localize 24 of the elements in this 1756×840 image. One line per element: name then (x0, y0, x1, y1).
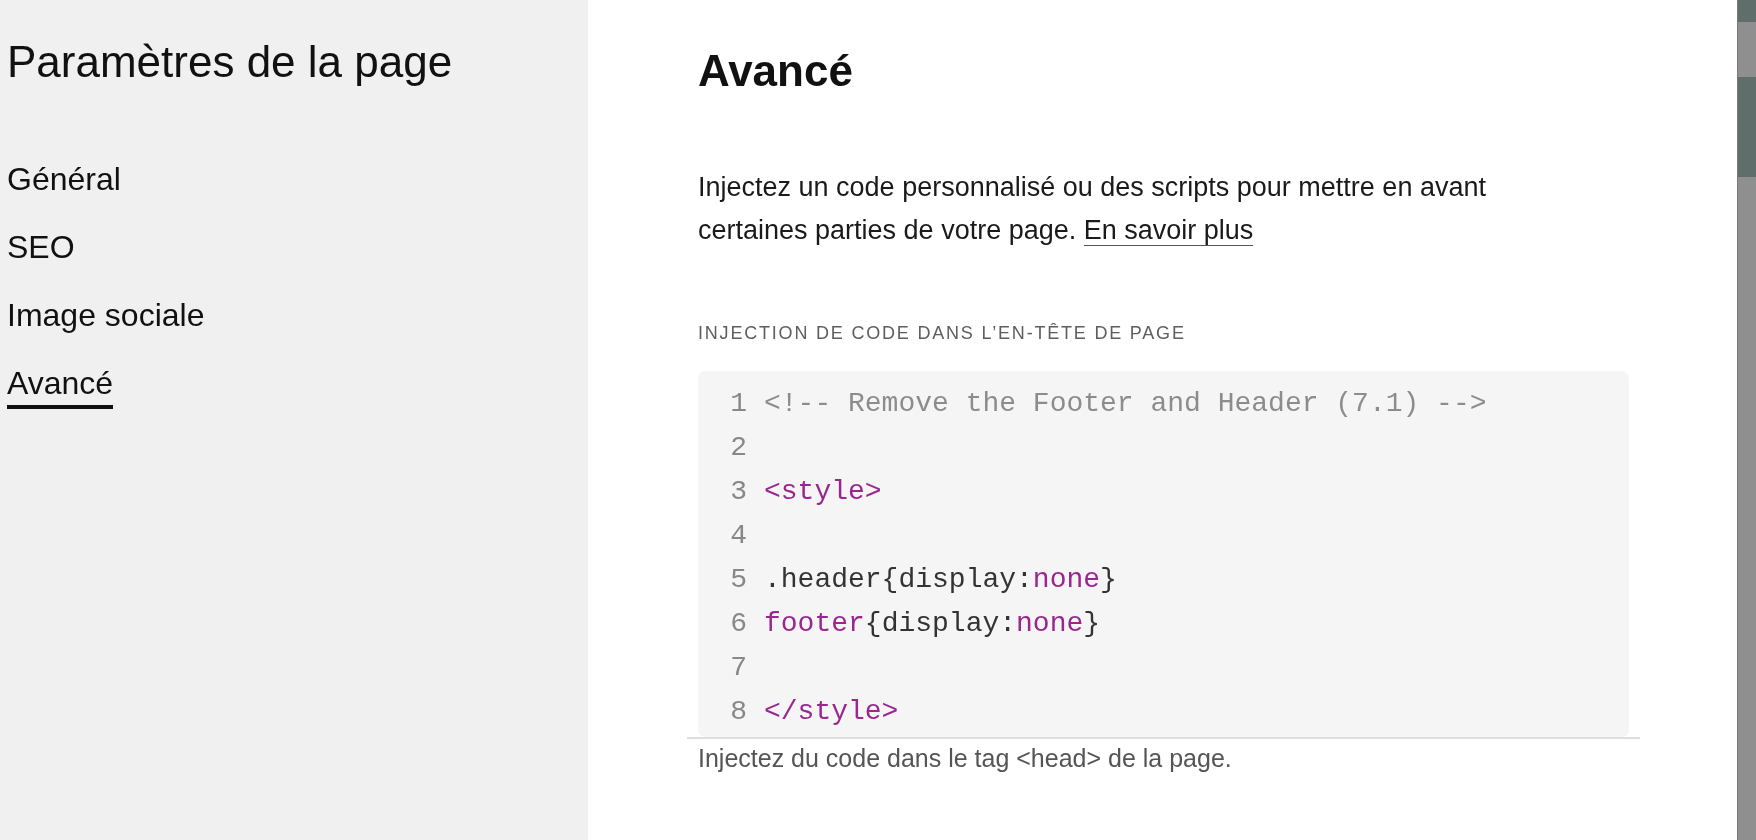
line-number: 5 (729, 563, 747, 597)
code-line: <!-- Remove the Footer and Header (7.1) --> (764, 387, 1487, 421)
code-line: .header{display:none} (764, 563, 1117, 597)
line-number: 4 (729, 519, 747, 553)
line-number: 7 (729, 651, 747, 685)
settings-title: Paramètres de la page (7, 36, 453, 88)
code-editor[interactable]: 1 <!-- Remove the Footer and Header (7.1) --> 2 3 <style> 4 5 .header{display:none} 6 footer{display:none} 7 8 </style> (698, 371, 1629, 737)
code-line: </style> (764, 695, 899, 729)
line-number: 1 (729, 387, 747, 421)
section-title: Avancé (698, 45, 853, 97)
help-text: Injectez du code dans le tag <head> de la page. (698, 743, 1232, 773)
learn-more-link[interactable]: En savoir plus (1083, 215, 1254, 246)
sidebar-item[interactable]: Image sociale (7, 294, 205, 341)
line-number: 6 (729, 607, 747, 641)
line-number: 2 (729, 431, 747, 465)
field-label: INJECTION DE CODE DANS L’EN-TÊTE DE PAGE (698, 322, 1186, 344)
line-number: 8 (729, 695, 747, 729)
description-text: Injectez un code personnalisé ou des scripts pour mettre en avant certaines parties de votre page. En savoir plus (698, 171, 1487, 248)
sidebar-item[interactable]: Avancé (7, 362, 114, 409)
line-number: 3 (729, 475, 747, 509)
code-line: footer{display:none} (764, 607, 1101, 641)
sidebar-item[interactable]: SEO (7, 226, 75, 273)
code-line: <style> (764, 475, 882, 509)
sidebar-item[interactable]: Général (7, 158, 121, 205)
